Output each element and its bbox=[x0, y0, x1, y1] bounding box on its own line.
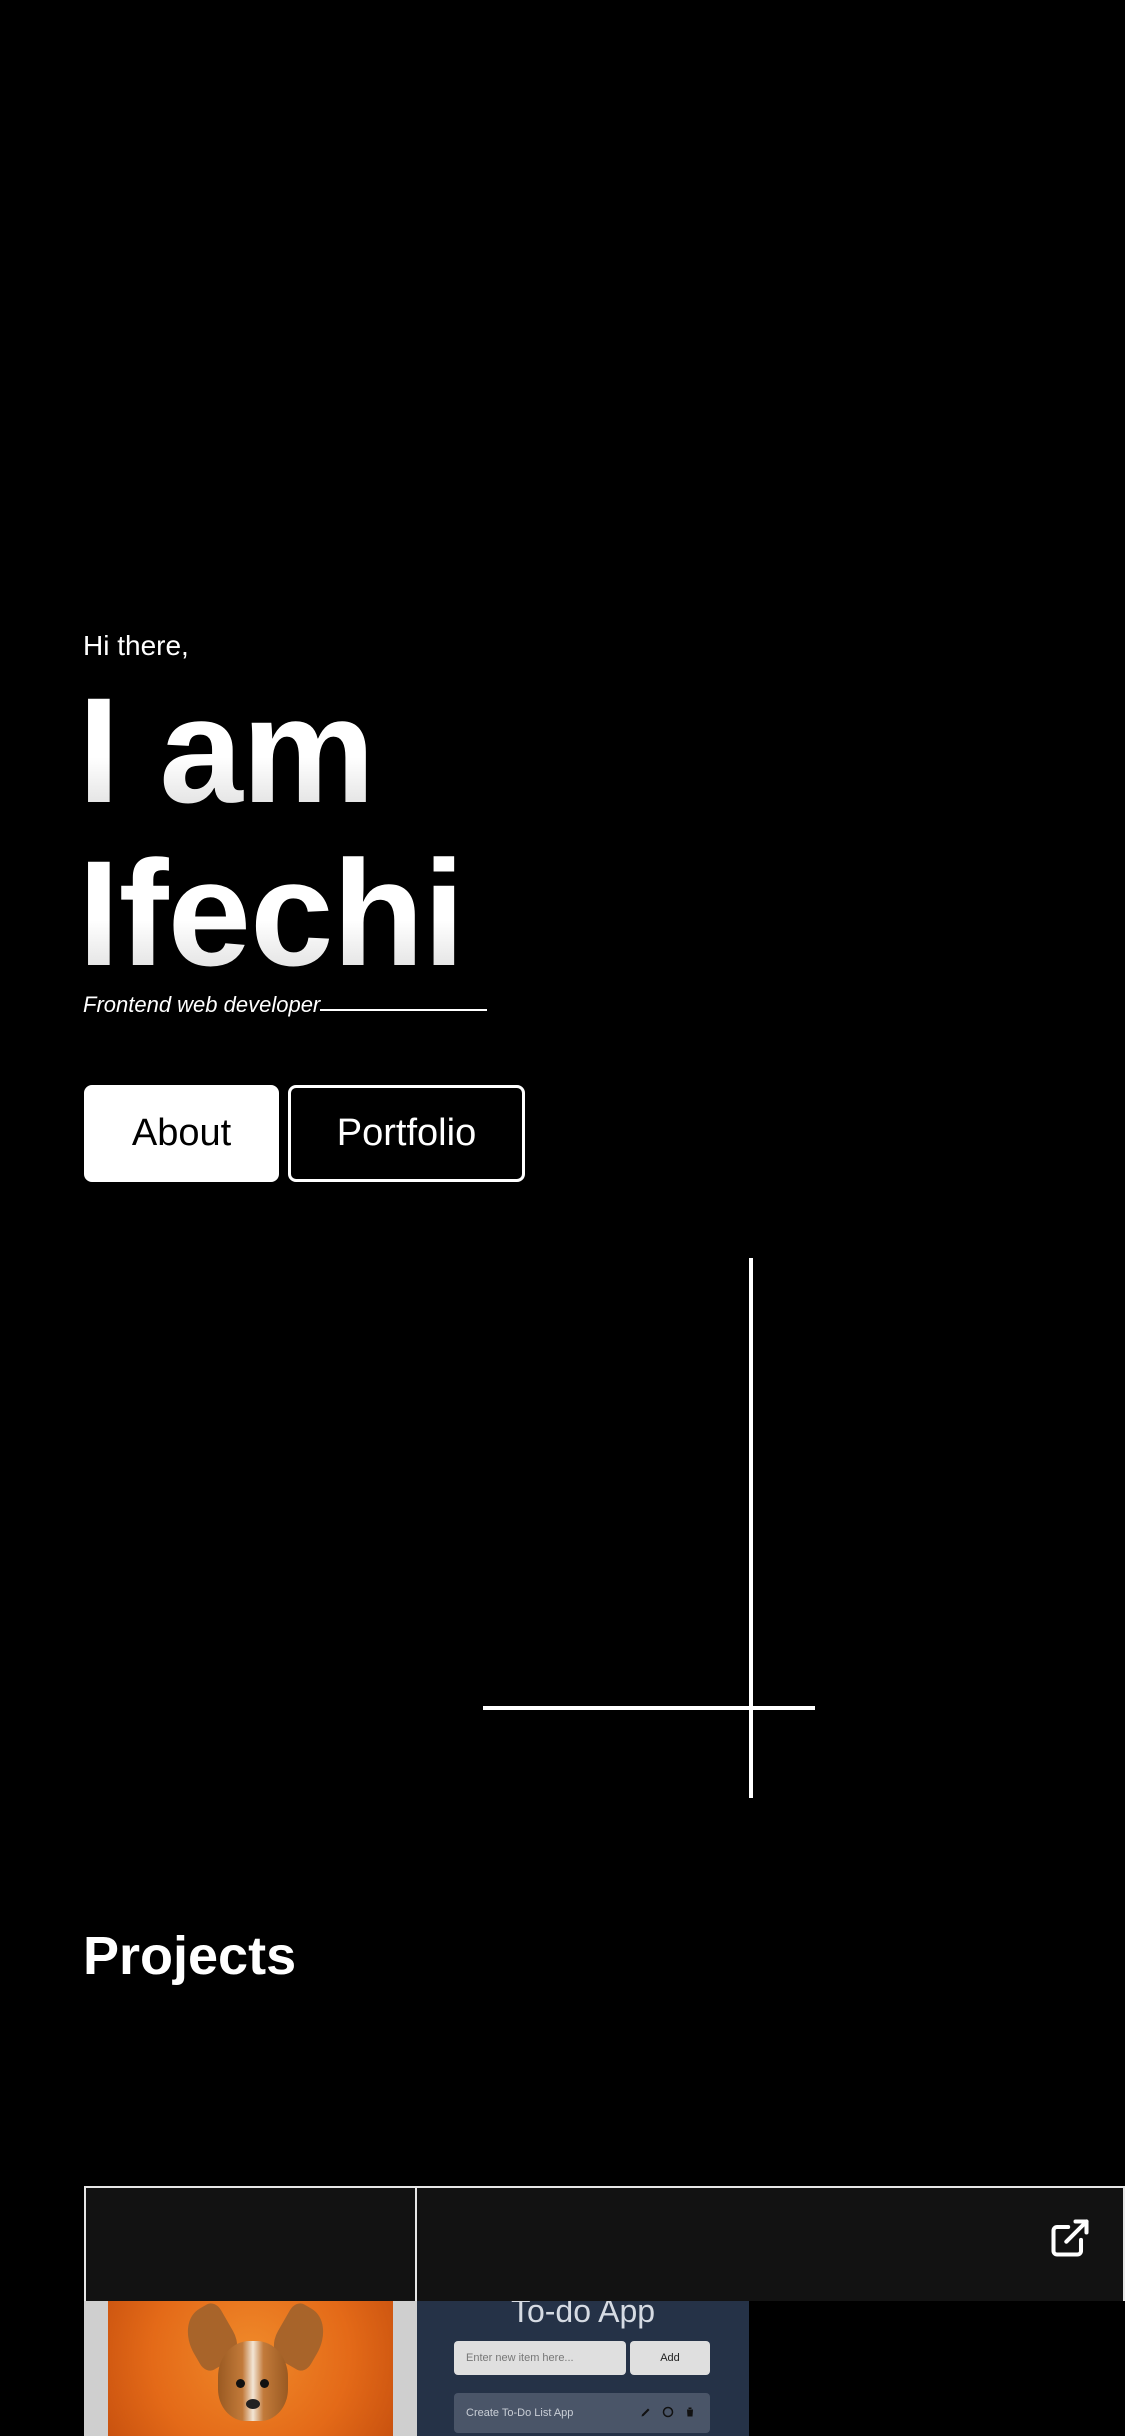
about-button[interactable]: About bbox=[84, 1085, 279, 1182]
trash-icon bbox=[684, 2406, 696, 2418]
decorative-cross-vertical bbox=[749, 1258, 753, 1798]
dog-head bbox=[218, 2341, 288, 2421]
todo-app-title: To-do App bbox=[510, 2301, 656, 2329]
dog-eye bbox=[260, 2379, 269, 2388]
dog-eye bbox=[236, 2379, 245, 2388]
project-card-header bbox=[417, 2186, 1125, 2301]
todo-input-preview: Enter new item here... bbox=[454, 2341, 626, 2375]
greeting-text: Hi there, bbox=[83, 630, 189, 661]
project-thumbnail-todo[interactable]: To-do App Enter new item here... Add Cre… bbox=[417, 2301, 749, 2436]
project-card-header bbox=[84, 2186, 417, 2301]
hero-heading-line1: I am bbox=[78, 666, 375, 834]
hero-heading-name: Ifechi bbox=[78, 829, 465, 997]
dog-nose bbox=[246, 2399, 260, 2409]
portfolio-button[interactable]: Portfolio bbox=[288, 1085, 525, 1182]
dog-photo bbox=[108, 2301, 393, 2436]
tagline: Frontend web developer bbox=[83, 992, 321, 1017]
check-circle-icon bbox=[662, 2406, 674, 2418]
todo-add-button-preview: Add bbox=[630, 2341, 710, 2375]
project-thumbnail-dog[interactable] bbox=[84, 2301, 417, 2436]
pencil-icon bbox=[640, 2406, 652, 2418]
decorative-cross-horizontal bbox=[483, 1706, 815, 1710]
external-link-icon[interactable] bbox=[1048, 2216, 1092, 2260]
projects-heading: Projects bbox=[83, 1926, 297, 1986]
tagline-underline bbox=[320, 1009, 487, 1011]
todo-item-text: Create To-Do List App bbox=[466, 2407, 574, 2419]
todo-item-preview: Create To-Do List App bbox=[454, 2393, 710, 2433]
